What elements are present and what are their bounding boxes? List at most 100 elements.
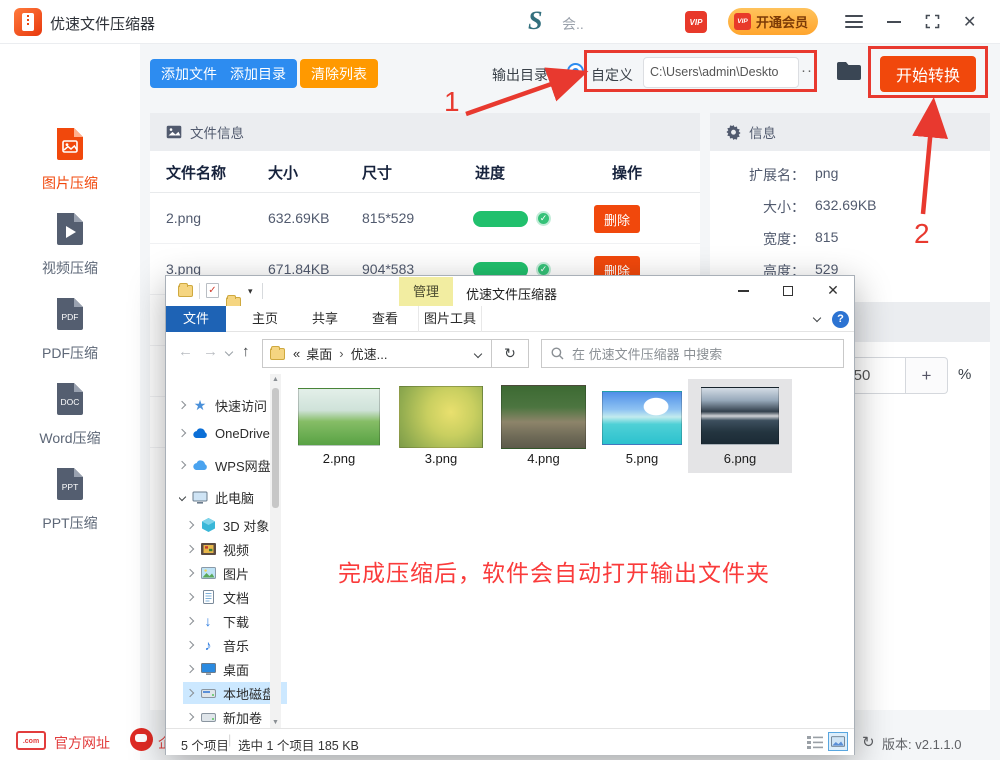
selection-info: 选中 1 个项目 185 KB — [238, 735, 359, 754]
quality-plus-button[interactable]: + — [906, 357, 948, 394]
close-button[interactable]: ✕ — [963, 12, 976, 32]
tab-view[interactable]: 查看 — [360, 306, 410, 332]
item-count: 5 个项目 — [181, 735, 229, 754]
help-icon[interactable]: ? — [832, 311, 849, 328]
ribbon-collapse-icon[interactable] — [813, 314, 821, 322]
scroll-down-icon[interactable]: ▼ — [272, 719, 279, 726]
cloud-icon — [192, 457, 208, 473]
divider — [262, 283, 263, 299]
col-size: 大小 — [268, 162, 298, 183]
output-dir-label: 输出目录： — [492, 65, 562, 85]
file-thumbnail[interactable] — [501, 385, 586, 449]
official-site-link[interactable]: 官方网址 — [54, 733, 110, 753]
tree-item-wps-cloud[interactable]: WPS网盘 — [179, 454, 279, 476]
search-placeholder: 在 优速文件压缩器 中搜索 — [572, 344, 722, 363]
tree-item-quick-access[interactable]: ★快速访问 — [179, 394, 279, 416]
sidebar-item-ppt-compress[interactable]: PPT PPT压缩 — [0, 462, 140, 533]
folder-icon — [270, 348, 285, 360]
document-icon — [200, 589, 216, 605]
tab-file[interactable]: 文件 — [166, 306, 226, 332]
manage-tab[interactable]: 管理 — [399, 277, 453, 306]
tab-home[interactable]: 主页 — [240, 306, 290, 332]
properties-check-icon[interactable]: ✓ — [206, 283, 219, 298]
sidebar-item-word-compress[interactable]: DOC Word压缩 — [0, 377, 140, 448]
minimize-button[interactable] — [887, 21, 901, 23]
tree-scrollbar[interactable]: ▲ ▼ — [270, 374, 281, 728]
annotation-step-1: 1 — [444, 86, 460, 118]
custom-output-radio[interactable] — [567, 63, 584, 80]
disk-icon — [200, 709, 216, 725]
tab-picture-tools[interactable]: 图片工具 — [418, 306, 482, 332]
doc-file-icon: DOC — [50, 377, 90, 417]
quality-unit-label: % — [958, 366, 971, 383]
delete-button[interactable]: 删除 — [594, 205, 640, 233]
details-view-icon[interactable] — [806, 734, 824, 750]
scroll-up-icon[interactable]: ▲ — [272, 376, 279, 383]
account-label[interactable]: 会.. — [562, 14, 584, 34]
maximize-button[interactable] — [925, 14, 940, 29]
file-panel-title: 文件信息 — [190, 122, 244, 142]
address-dropdown-icon[interactable] — [474, 349, 482, 357]
sidebar-item-video-compress[interactable]: 视频压缩 — [0, 207, 140, 278]
recent-locations-icon[interactable] — [225, 348, 233, 356]
file-name[interactable]: 6.png — [701, 451, 779, 466]
address-box[interactable]: « 桌面 › 优速... — [262, 339, 492, 368]
expand-icon — [187, 521, 194, 529]
check-update-icon[interactable]: ↻ — [862, 733, 875, 751]
explorer-maximize-button[interactable] — [766, 276, 810, 305]
info-panel-header: 信息 — [710, 113, 990, 151]
thumbnail-view-icon[interactable] — [828, 732, 848, 751]
folder-icon[interactable] — [178, 285, 193, 297]
gear-icon — [726, 125, 741, 140]
music-icon: ♪ — [200, 637, 216, 653]
scroll-thumb[interactable] — [272, 388, 279, 508]
search-box[interactable]: 在 优速文件压缩器 中搜索 — [541, 339, 844, 368]
menu-icon[interactable] — [845, 15, 863, 28]
annotation-note: 完成压缩后，软件会自动打开输出文件夹 — [338, 554, 770, 588]
file-thumbnail[interactable] — [399, 386, 483, 448]
file-thumbnail[interactable] — [701, 387, 779, 445]
refresh-button[interactable]: ↻ — [491, 339, 529, 368]
picture-icon — [200, 565, 216, 581]
sidebar-item-image-compress[interactable]: 图片压缩 — [0, 122, 140, 193]
file-thumbnail[interactable] — [298, 388, 380, 446]
table-header-row: 文件名称 大小 尺寸 进度 操作 — [150, 151, 700, 193]
clear-list-button[interactable]: 清除列表 — [300, 59, 378, 88]
film-icon — [200, 541, 216, 557]
explorer-close-button[interactable]: ✕ — [811, 276, 855, 305]
add-directory-button[interactable]: 添加目录 — [219, 59, 297, 88]
browse-folder-icon[interactable] — [836, 60, 862, 82]
info-label-width: 宽度： — [690, 229, 805, 249]
breadcrumb-desktop[interactable]: 桌面 — [306, 344, 332, 363]
annotation-box-start — [868, 46, 988, 98]
website-icon: .com — [16, 731, 46, 750]
address-bar: ← → ↑ « 桌面 › 优速... ↻ 在 优速文件压缩器 中搜索 — [166, 332, 854, 374]
vip-icon[interactable]: VIP — [685, 11, 707, 33]
qq-chat-icon[interactable] — [130, 728, 153, 751]
back-icon[interactable]: ← — [178, 343, 193, 360]
up-icon[interactable]: ↑ — [242, 343, 250, 360]
info-label-ext: 扩展名： — [690, 165, 805, 185]
video-file-icon — [50, 207, 90, 247]
forward-icon[interactable]: → — [203, 343, 218, 360]
qat-dropdown-icon[interactable]: ▾ — [248, 286, 253, 297]
tree-item-this-pc[interactable]: 此电脑 — [179, 486, 279, 508]
add-file-button[interactable]: 添加文件 — [150, 59, 228, 88]
sidebar-item-pdf-compress[interactable]: PDF PDF压缩 — [0, 292, 140, 363]
tab-share[interactable]: 共享 — [300, 306, 350, 332]
file-name[interactable]: 5.png — [602, 451, 682, 466]
file-thumbnail[interactable] — [602, 391, 682, 445]
breadcrumb-folder[interactable]: 优速... — [351, 344, 388, 363]
explorer-window: ✓ ▾ 管理 优速文件压缩器 ✕ 文件 主页 共享 查看 图片工具 ? ← → … — [165, 275, 855, 755]
file-panel-header: 文件信息 — [150, 113, 700, 151]
file-name[interactable]: 4.png — [501, 451, 586, 466]
file-name[interactable]: 3.png — [399, 451, 483, 466]
search-icon — [551, 347, 564, 360]
expand-icon — [187, 545, 194, 553]
tree-item-onedrive[interactable]: OneDrive — [179, 422, 279, 444]
app-logo-icon — [14, 8, 42, 36]
open-membership-button[interactable]: VIP 开通会员 — [728, 8, 818, 35]
explorer-minimize-button[interactable] — [721, 276, 765, 305]
ribbon-tabs: 文件 主页 共享 查看 图片工具 ? — [166, 306, 854, 332]
file-name[interactable]: 2.png — [298, 451, 380, 466]
